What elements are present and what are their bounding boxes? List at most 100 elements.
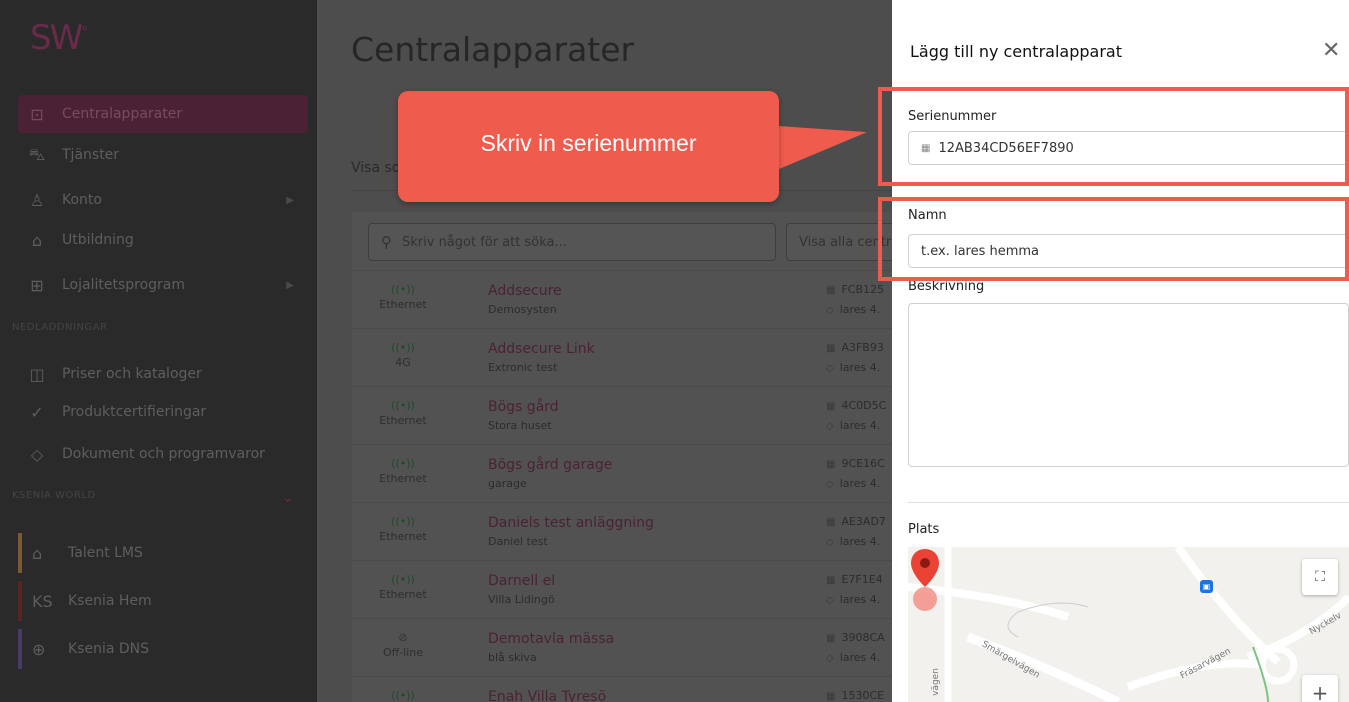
sidebar-item-dokument[interactable]: ◇ Dokument och programvaror: [18, 435, 308, 473]
search-input[interactable]: ⚲ Skriv något för att söka...: [368, 223, 776, 261]
table-row[interactable]: ((•)) Ethernet Bögs gård Stora huset ▦ 4C0…: [352, 386, 912, 444]
connection-label: Ethernet: [379, 530, 427, 543]
device-description: blå skiva: [488, 651, 537, 664]
map-pin-icon[interactable]: [908, 547, 942, 613]
qr-icon: ▦: [826, 691, 836, 702]
signal-icon: ((•)): [391, 341, 415, 354]
sidebar-item-label: Centralapparater: [62, 106, 183, 122]
user-icon: ♙: [29, 190, 45, 210]
signal-icon: ((•)): [391, 515, 415, 528]
table-row[interactable]: ((•)) Ethernet Daniels test anläggning Da…: [352, 502, 912, 560]
connection-label: Ethernet: [379, 414, 427, 427]
device-version: ◇ lares 4.: [826, 303, 880, 316]
sidebar-item-label: Talent LMS: [68, 545, 143, 561]
sidebar-item-ksenia-hem[interactable]: KS Ksenia Hem: [18, 581, 308, 621]
serial-text: 3908CA: [841, 631, 885, 644]
ks-logo-icon: KS: [32, 591, 53, 611]
location-map[interactable]: Smärgelvägen Fräsarvägen Nyckelv vägen ▣…: [908, 547, 1349, 702]
serial-text: FCB125: [841, 283, 885, 296]
connection-status: ((•)) Ethernet: [368, 573, 438, 601]
device-name[interactable]: Darnell el: [488, 573, 555, 589]
fullscreen-icon: ⛶: [1315, 569, 1325, 585]
close-icon[interactable]: ✕: [1322, 38, 1340, 63]
connection-label: Ethernet: [379, 472, 427, 485]
accent-bar: [18, 629, 22, 669]
device-serial: ▦ 9CE16C: [826, 457, 885, 470]
box-icon: ◇: [30, 444, 44, 464]
logo[interactable]: SW°: [30, 18, 88, 58]
sidebar-item-lojalitetsprogram[interactable]: ⊞ Lojalitetsprogram ▶: [18, 266, 308, 304]
version-text: lares 4.: [839, 535, 881, 548]
description-label: Beskrivning: [908, 279, 985, 294]
sidebar-item-produktcertifieringar[interactable]: ✓ Produktcertifieringar: [18, 393, 308, 431]
sidebar-item-konto[interactable]: ♙ Konto ▶: [18, 181, 308, 219]
table-row[interactable]: ((•)) Ethernet Addsecure Demosysten ▦ FCB1…: [352, 270, 912, 328]
device-version: ◇ lares 4.: [826, 477, 880, 490]
highlight-serial: [878, 87, 1349, 186]
device-name[interactable]: Enah Villa Tyresö: [488, 689, 606, 702]
version-text: lares 4.: [839, 651, 881, 664]
signal-icon: ((•)): [391, 399, 415, 412]
chevron-down-icon[interactable]: ⌄: [282, 490, 294, 506]
sidebar-item-label: Lojalitetsprogram: [62, 277, 186, 293]
serial-text: 4C0D5C: [841, 399, 887, 412]
sidebar-item-label: Ksenia DNS: [68, 641, 150, 657]
sidebar-item-talent-lms[interactable]: ⌂ Talent LMS: [18, 533, 308, 573]
table-row[interactable]: ((•)) 4G Addsecure Link Extronic test ▦ A3…: [352, 328, 912, 386]
description-textarea[interactable]: [908, 303, 1349, 467]
device-name[interactable]: Demotavla mässa: [488, 631, 614, 647]
device-name[interactable]: Addsecure Link: [488, 341, 595, 357]
serial-text: E7F1E4: [841, 573, 883, 586]
table-row[interactable]: ((•)) Ethernet Darnell el Villa Lidingö ▦…: [352, 560, 912, 618]
chevron-right-icon: ▶: [286, 279, 294, 291]
sidebar-item-tjanster[interactable]: ⛍ Tjänster: [18, 136, 308, 174]
logo-mark: °: [81, 24, 88, 41]
device-name[interactable]: Daniels test anläggning: [488, 515, 654, 531]
graduation-cap-icon: ⌂: [31, 230, 43, 250]
connection-status: ((•)) Ethernet: [368, 283, 438, 311]
sidebar-item-centralapparater[interactable]: ⊡ Centralapparater: [18, 95, 308, 133]
zoom-in-button[interactable]: +: [1302, 675, 1338, 702]
device-description: Daniel test: [488, 535, 548, 548]
version-text: lares 4.: [839, 361, 881, 374]
connection-label: 4G: [395, 356, 411, 369]
search-icon: ⚲: [381, 233, 392, 251]
device-description: garage: [488, 477, 527, 490]
device-name[interactable]: Addsecure: [488, 283, 562, 299]
divider: [908, 502, 1349, 503]
table-row[interactable]: ((•)) Ethernet Bögs gård garage garage ▦ 9…: [352, 444, 912, 502]
signal-off-icon: ⊘: [398, 631, 408, 644]
table-row[interactable]: ((•)) Enah Villa Tyresö ▦ 1530CE: [352, 676, 912, 702]
qr-icon: ▦: [826, 285, 836, 296]
qr-icon: ▦: [826, 459, 836, 470]
table-row[interactable]: ⊘ Off-line Demotavla mässa blå skiva ▦ 390…: [352, 618, 912, 676]
device-description: Demosysten: [488, 303, 557, 316]
device-version: ◇ lares 4.: [826, 419, 880, 432]
device-description: Villa Lidingö: [488, 593, 555, 606]
device-name[interactable]: Bögs gård garage: [488, 457, 612, 473]
map-roads: [908, 547, 1349, 702]
version-text: lares 4.: [839, 593, 881, 606]
qr-icon: ▦: [826, 517, 836, 528]
sidebar-item-ksenia-dns[interactable]: ⊕ Ksenia DNS: [18, 629, 308, 669]
tag-icon: ◇: [826, 595, 834, 606]
drawer-title: Lägg till ny centralapparat: [910, 42, 1122, 61]
signal-icon: ((•)): [391, 457, 415, 470]
tag-icon: ◇: [826, 537, 834, 548]
road-label: vägen: [930, 668, 941, 696]
zoom-in-icon: +: [1311, 681, 1329, 702]
view-label: Visa so: [351, 160, 401, 176]
sidebar-item-label: Ksenia Hem: [68, 593, 152, 609]
tag-icon: ◇: [826, 363, 834, 374]
version-text: lares 4.: [839, 477, 881, 490]
sidebar-item-utbildning[interactable]: ⌂ Utbildning: [18, 221, 308, 259]
sidebar-item-label: Utbildning: [62, 232, 134, 248]
sidebar-item-priser[interactable]: ◫ Priser och kataloger: [18, 355, 308, 393]
serial-text: AE3AD7: [841, 515, 886, 528]
serial-text: 9CE16C: [841, 457, 885, 470]
device-name[interactable]: Bögs gård: [488, 399, 559, 415]
version-text: lares 4.: [839, 419, 881, 432]
fullscreen-button[interactable]: ⛶: [1302, 559, 1338, 595]
device-description: Stora huset: [488, 419, 552, 432]
tag-icon: ◇: [826, 421, 834, 432]
